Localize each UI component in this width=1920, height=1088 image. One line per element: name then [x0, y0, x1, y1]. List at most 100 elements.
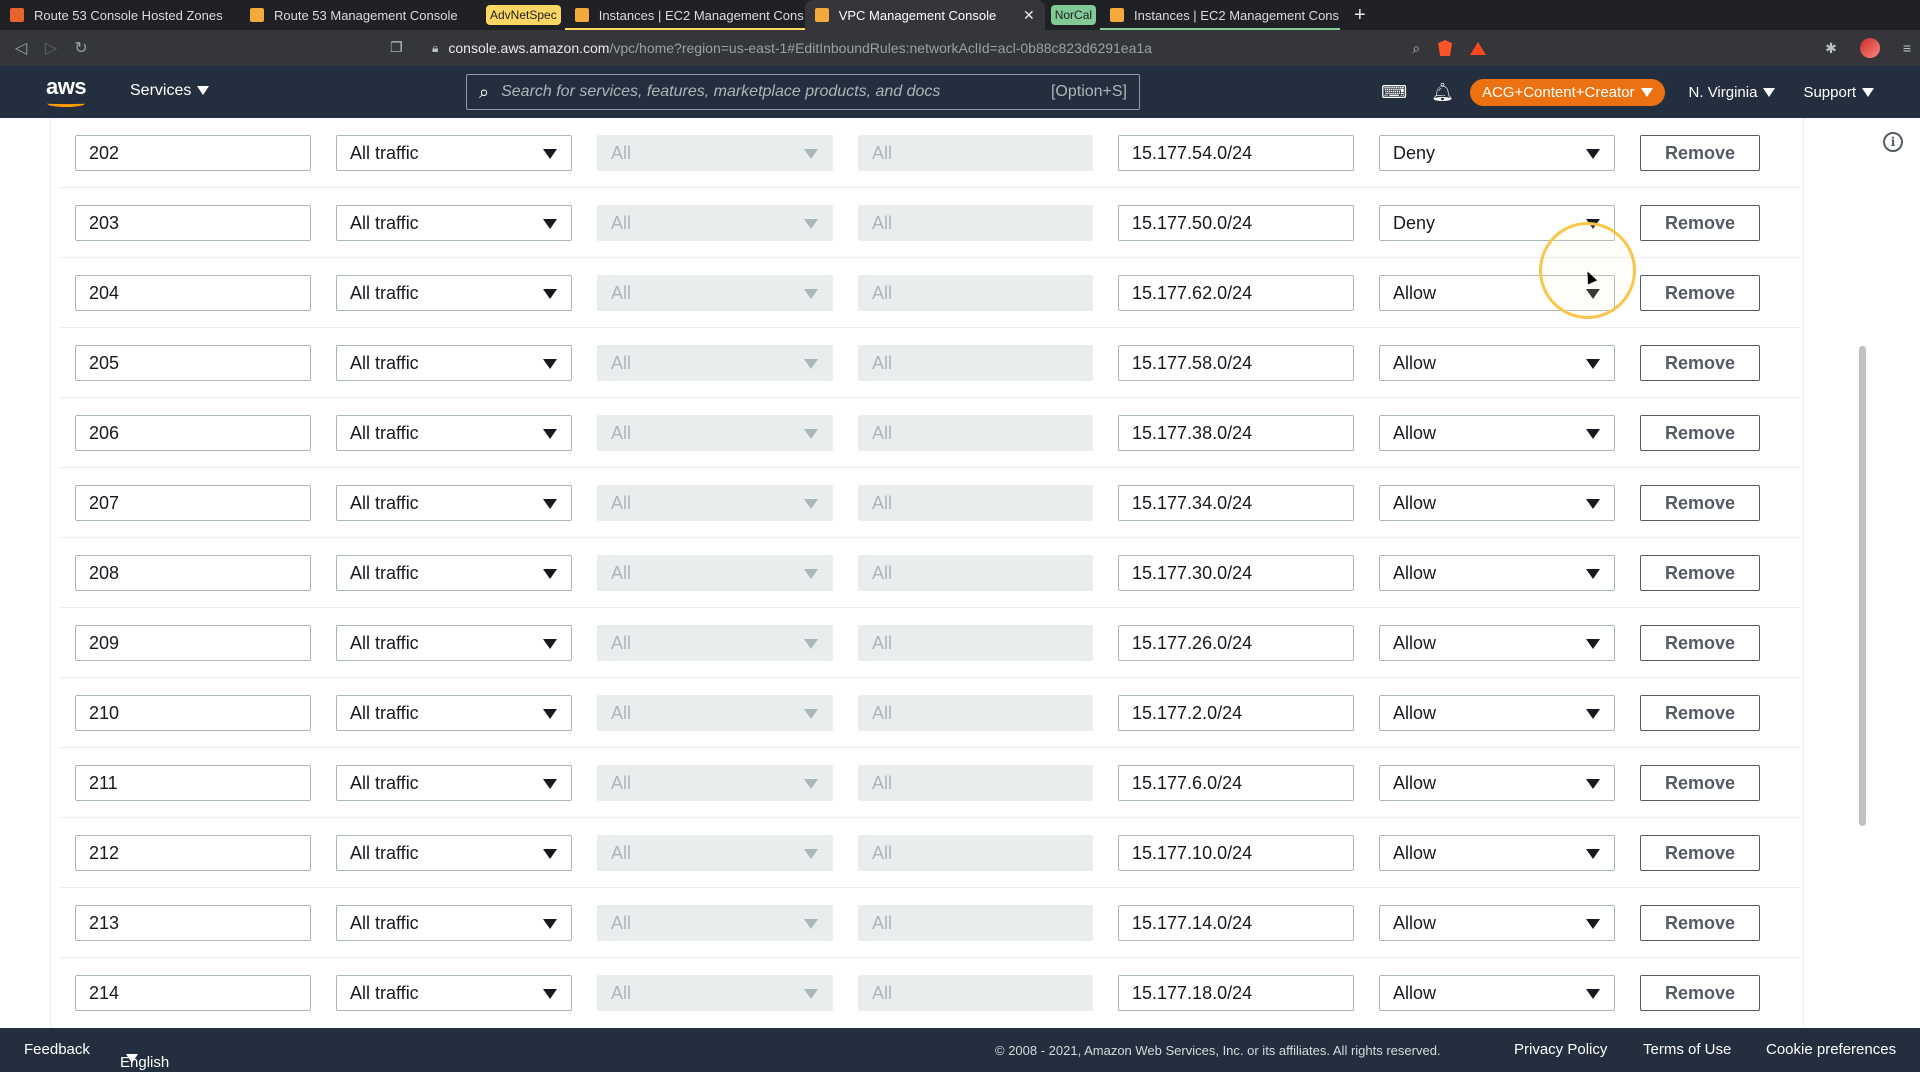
rule-number-input[interactable]: 203	[75, 205, 311, 241]
source-cidr-input[interactable]: 15.177.18.0/24	[1118, 975, 1354, 1011]
allow-deny-select[interactable]: Allow	[1379, 835, 1615, 871]
allow-deny-select[interactable]: Allow	[1379, 625, 1615, 661]
type-select[interactable]: All traffic	[336, 275, 572, 311]
remove-rule-button[interactable]: Remove	[1640, 695, 1760, 731]
browser-menu-icon[interactable]: ≡	[1903, 40, 1911, 56]
back-icon[interactable]: ◁	[6, 38, 36, 58]
cloudshell-icon[interactable]: ⌨	[1381, 82, 1407, 103]
source-cidr-input[interactable]: 15.177.2.0/24	[1118, 695, 1354, 731]
rule-number-input[interactable]: 205	[75, 345, 311, 381]
source-cidr-input[interactable]: 15.177.62.0/24	[1118, 275, 1354, 311]
browser-tab[interactable]: Instances | EC2 Management Cons	[1100, 0, 1341, 30]
allow-deny-select[interactable]: Allow	[1379, 485, 1615, 521]
url-field[interactable]: 🔒︎ console.aws.amazon.com /vpc/home?regi…	[432, 30, 1152, 66]
type-select[interactable]: All traffic	[336, 205, 572, 241]
source-cidr-input[interactable]: 15.177.10.0/24	[1118, 835, 1354, 871]
allow-deny-select[interactable]: Deny	[1379, 135, 1615, 171]
remove-rule-button[interactable]: Remove	[1640, 135, 1760, 171]
close-tab-icon[interactable]: ✕	[1011, 7, 1035, 24]
remove-rule-button[interactable]: Remove	[1640, 765, 1760, 801]
tab-group-label-norcal[interactable]: NorCal	[1050, 5, 1097, 25]
rule-number-input[interactable]: 211	[75, 765, 311, 801]
rule-number-input[interactable]: 214	[75, 975, 311, 1011]
remove-rule-button[interactable]: Remove	[1640, 625, 1760, 661]
browser-tab-active[interactable]: VPC Management Console ✕	[804, 0, 1045, 30]
remove-rule-button[interactable]: Remove	[1640, 975, 1760, 1011]
remove-rule-button[interactable]: Remove	[1640, 415, 1760, 451]
rule-number-input[interactable]: 204	[75, 275, 311, 311]
source-cidr-input[interactable]: 15.177.50.0/24	[1118, 205, 1354, 241]
type-select[interactable]: All traffic	[336, 485, 572, 521]
aws-logo[interactable]: aws	[46, 74, 87, 107]
remove-rule-button[interactable]: Remove	[1640, 905, 1760, 941]
vertical-scrollbar[interactable]	[1857, 118, 1869, 1028]
rule-number-input[interactable]: 213	[75, 905, 311, 941]
extensions-icon[interactable]: ✱	[1825, 40, 1837, 57]
region-menu[interactable]: N. Virginia	[1689, 84, 1776, 101]
allow-deny-select[interactable]: Allow	[1379, 905, 1615, 941]
source-cidr-input[interactable]: 15.177.38.0/24	[1118, 415, 1354, 451]
remove-rule-button[interactable]: Remove	[1640, 555, 1760, 591]
source-cidr-input[interactable]: 15.177.54.0/24	[1118, 135, 1354, 171]
rule-number-input[interactable]: 212	[75, 835, 311, 871]
remove-rule-button[interactable]: Remove	[1640, 485, 1760, 521]
allow-deny-select[interactable]: Allow	[1379, 765, 1615, 801]
rule-number-input[interactable]: 202	[75, 135, 311, 171]
protocol-value: All	[611, 842, 632, 863]
type-select[interactable]: All traffic	[336, 345, 572, 381]
allow-deny-select[interactable]: Allow	[1379, 415, 1615, 451]
scrollbar-thumb[interactable]	[1859, 346, 1866, 826]
source-cidr-input[interactable]: 15.177.26.0/24	[1118, 625, 1354, 661]
cookie-preferences-link[interactable]: Cookie preferences	[1766, 1041, 1896, 1058]
brave-rewards-icon[interactable]	[1470, 41, 1487, 55]
account-menu[interactable]: ACG+Content+Creator	[1469, 78, 1665, 106]
new-tab-button[interactable]: +	[1340, 0, 1380, 30]
profile-avatar[interactable]	[1859, 38, 1880, 58]
source-cidr-input[interactable]: 15.177.6.0/24	[1118, 765, 1354, 801]
feedback-link[interactable]: Feedback	[24, 1041, 90, 1058]
remove-rule-button[interactable]: Remove	[1640, 345, 1760, 381]
type-select[interactable]: All traffic	[336, 135, 572, 171]
source-cidr-input[interactable]: 15.177.30.0/24	[1118, 555, 1354, 591]
rule-number-input[interactable]: 206	[75, 415, 311, 451]
allow-deny-select[interactable]: Allow	[1379, 975, 1615, 1011]
type-select[interactable]: All traffic	[336, 765, 572, 801]
remove-rule-button[interactable]: Remove	[1640, 835, 1760, 871]
type-select[interactable]: All traffic	[336, 555, 572, 591]
source-cidr-input[interactable]: 15.177.34.0/24	[1118, 485, 1354, 521]
browser-tab[interactable]: Route 53 Management Console	[240, 0, 480, 30]
type-select[interactable]: All traffic	[336, 835, 572, 871]
browser-tab[interactable]: Route 53 Console Hosted Zones	[0, 0, 240, 30]
reload-icon[interactable]: ↻	[66, 38, 96, 58]
source-cidr-input[interactable]: 15.177.14.0/24	[1118, 905, 1354, 941]
remove-rule-button[interactable]: Remove	[1640, 275, 1760, 311]
remove-rule-button[interactable]: Remove	[1640, 205, 1760, 241]
bookmark-icon[interactable]: ❐	[390, 39, 403, 56]
rule-number-input[interactable]: 210	[75, 695, 311, 731]
support-menu[interactable]: Support	[1803, 84, 1874, 101]
info-icon[interactable]: i	[1883, 132, 1903, 152]
allow-deny-select[interactable]: Allow	[1379, 695, 1615, 731]
terms-of-use-link[interactable]: Terms of Use	[1643, 1041, 1731, 1058]
privacy-policy-link[interactable]: Privacy Policy	[1514, 1041, 1607, 1058]
brave-shield-icon[interactable]	[1438, 40, 1453, 56]
tab-group-label-advnetspec[interactable]: AdvNetSpec	[486, 5, 561, 25]
type-select[interactable]: All traffic	[336, 415, 572, 451]
rule-number-input[interactable]: 208	[75, 555, 311, 591]
type-select[interactable]: All traffic	[336, 695, 572, 731]
rule-number-input[interactable]: 209	[75, 625, 311, 661]
allow-deny-select[interactable]: Allow	[1379, 555, 1615, 591]
zoom-icon[interactable]: ⌕	[1412, 40, 1420, 57]
search-input[interactable]: ⌕ Search for services, features, marketp…	[466, 74, 1140, 110]
type-select[interactable]: All traffic	[336, 905, 572, 941]
forward-icon[interactable]: ▷	[36, 38, 66, 58]
source-cidr-input[interactable]: 15.177.58.0/24	[1118, 345, 1354, 381]
allow-deny-select[interactable]: Allow	[1379, 345, 1615, 381]
services-menu[interactable]: Services	[130, 82, 210, 100]
type-select[interactable]: All traffic	[336, 625, 572, 661]
type-select[interactable]: All traffic	[336, 975, 572, 1011]
rule-number-input[interactable]: 207	[75, 485, 311, 521]
bell-icon[interactable]: 🔔︎	[1431, 82, 1454, 103]
protocol-value: All	[611, 912, 632, 933]
browser-tab[interactable]: Instances | EC2 Management Cons	[564, 0, 805, 30]
